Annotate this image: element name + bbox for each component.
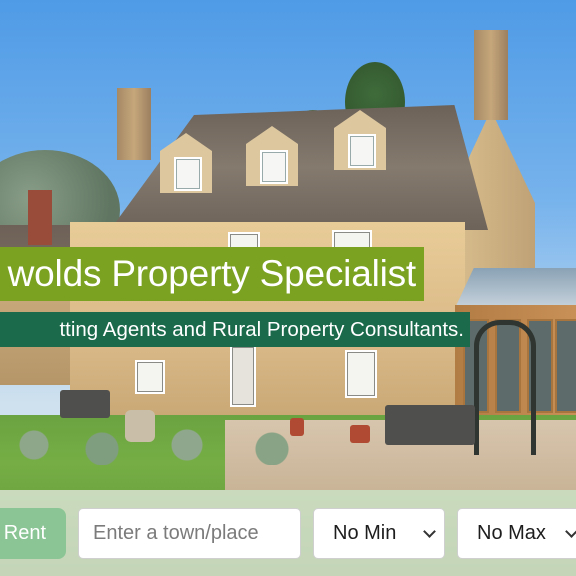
rent-toggle-button[interactable]: Rent xyxy=(0,508,66,559)
plant-pot xyxy=(350,425,370,443)
min-price-value: No Min xyxy=(333,522,397,544)
garden-furniture xyxy=(60,390,110,418)
house-window xyxy=(345,350,377,398)
chimney xyxy=(474,30,508,120)
garden-furniture xyxy=(385,405,475,445)
chimney xyxy=(117,88,151,160)
stone-planter xyxy=(125,410,155,442)
garden-arch xyxy=(474,320,536,455)
plant-pot xyxy=(290,418,304,436)
hero-subheadline-banner: tting Agents and Rural Property Consulta… xyxy=(0,312,470,347)
conservatory-roof xyxy=(455,268,576,308)
max-price-select[interactable]: No Max xyxy=(457,508,576,559)
max-price-value: No Max xyxy=(477,522,546,544)
hero-subheadline: tting Agents and Rural Property Consulta… xyxy=(59,317,464,341)
min-price-select[interactable]: No Min xyxy=(313,508,445,559)
hedge xyxy=(0,425,340,465)
chevron-down-icon xyxy=(565,525,576,538)
chimney xyxy=(28,190,52,245)
hero-headline-banner: wolds Property Specialist xyxy=(0,247,424,301)
house-window xyxy=(135,360,165,394)
conservatory-pane xyxy=(555,319,576,413)
front-door xyxy=(230,345,256,407)
location-search-input[interactable] xyxy=(78,508,301,559)
hero-headline: wolds Property Specialist xyxy=(7,253,417,294)
chevron-down-icon xyxy=(423,525,436,538)
